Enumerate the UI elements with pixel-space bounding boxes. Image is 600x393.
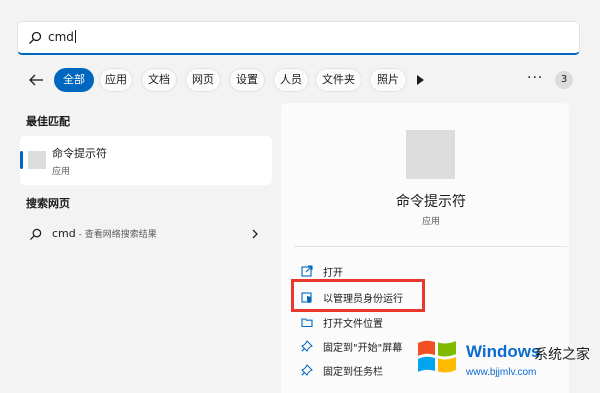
pin-icon xyxy=(301,340,313,352)
filter-chip-people[interactable]: 人员 xyxy=(273,68,309,92)
web-search-query: cmd xyxy=(52,227,76,240)
watermark-title: Windows xyxy=(466,342,541,361)
action-label: 打开 xyxy=(323,268,343,279)
filter-chip-documents[interactable]: 文档 xyxy=(141,68,177,92)
action-label: 打开文件位置 xyxy=(323,319,383,330)
highlight-box xyxy=(291,279,425,312)
watermark-url: www.bjjmlv.com xyxy=(466,367,537,378)
filter-chip-web[interactable]: 网页 xyxy=(185,68,221,92)
result-name: 命令提示符 xyxy=(52,147,107,160)
app-large-icon xyxy=(406,130,455,179)
search-box[interactable]: cmd xyxy=(17,21,580,55)
scroll-right-icon[interactable] xyxy=(417,75,424,85)
filter-chip-settings[interactable]: 设置 xyxy=(229,68,265,92)
best-match-result[interactable]: 命令提示符 应用 xyxy=(20,136,272,185)
filter-chip-all[interactable]: 全部 xyxy=(54,68,94,92)
web-search-text: cmd - 查看网络搜索结果 xyxy=(52,227,157,240)
filter-chip-folders[interactable]: 文件夹 xyxy=(315,68,362,92)
app-icon xyxy=(28,151,46,169)
open-external-icon xyxy=(301,265,313,277)
search-input[interactable]: cmd xyxy=(48,30,76,44)
selection-indicator xyxy=(20,151,23,169)
web-search-hint: - 查看网络搜索结果 xyxy=(75,230,157,240)
divider xyxy=(294,246,567,247)
action-label: 固定到任务栏 xyxy=(323,367,383,378)
web-search-result[interactable]: cmd - 查看网络搜索结果 xyxy=(20,222,272,248)
detail-app-name: 命令提示符 xyxy=(396,194,466,210)
filter-chip-photos[interactable]: 照片 xyxy=(369,68,407,92)
detail-app-type: 应用 xyxy=(421,217,440,227)
more-options-button[interactable]: ··· xyxy=(527,70,543,86)
rewards-badge[interactable]: 3 xyxy=(555,71,573,89)
best-match-heading: 最佳匹配 xyxy=(26,115,70,128)
search-icon xyxy=(29,228,42,241)
windows-logo-icon xyxy=(418,340,456,373)
result-type: 应用 xyxy=(52,167,71,177)
filter-chip-apps[interactable]: 应用 xyxy=(99,68,133,92)
chevron-right-icon[interactable] xyxy=(250,228,260,240)
text-caret xyxy=(74,30,76,43)
action-label: 固定到"开始"屏幕 xyxy=(323,343,403,354)
web-search-heading: 搜索网页 xyxy=(26,197,70,210)
filter-bar: 全部 应用 文档 网页 设置 人员 文件夹 照片 ··· 3 xyxy=(0,66,600,94)
watermark: Windows 系统之家 www.bjjmlv.com xyxy=(408,330,598,382)
folder-icon xyxy=(301,318,313,328)
arrow-left-icon[interactable] xyxy=(27,71,45,89)
search-icon xyxy=(29,31,42,44)
pin-icon xyxy=(301,364,313,376)
watermark-subtitle: 系统之家 xyxy=(534,347,590,363)
